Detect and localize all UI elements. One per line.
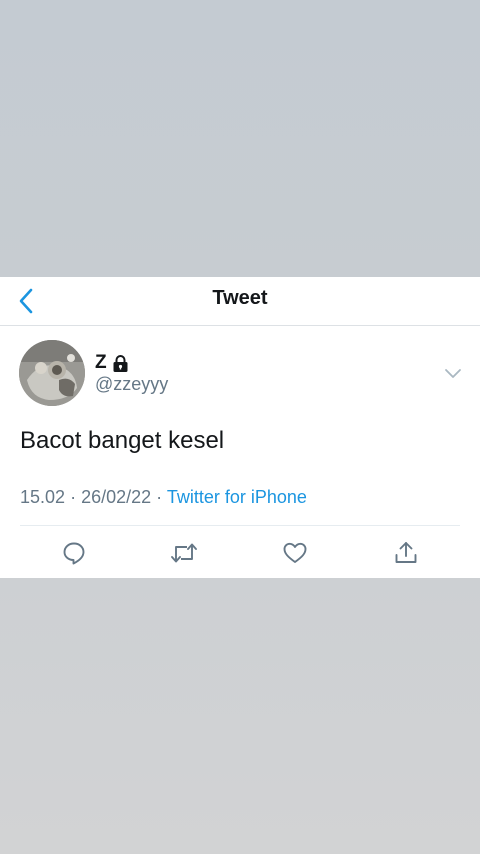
avatar-photo — [19, 340, 85, 406]
retweet-button[interactable] — [170, 539, 198, 567]
display-name-text: Z — [95, 352, 107, 373]
lock-icon — [113, 354, 128, 372]
tweet-time: 15.02 — [20, 487, 66, 507]
page-title: Tweet — [212, 287, 268, 309]
tweet-text: Bacot banget kesel — [20, 427, 225, 454]
tweet-card: Tweet Z @zzeyyy Bacot banget kesel 15.02… — [0, 277, 480, 578]
tweet-source-link[interactable]: Twitter for iPhone — [167, 487, 307, 507]
username-handle[interactable]: @zzeyyy — [95, 374, 168, 395]
like-button[interactable] — [281, 539, 309, 567]
meta-separator: · — [70, 487, 77, 507]
share-button[interactable] — [392, 539, 420, 567]
action-bar — [0, 539, 480, 567]
like-icon — [283, 542, 307, 563]
retweet-icon — [171, 543, 197, 563]
meta-separator: · — [156, 487, 163, 507]
avatar[interactable] — [19, 340, 85, 406]
reply-icon — [63, 542, 85, 565]
more-options-button[interactable] — [442, 364, 464, 382]
author-row: Z @zzeyyy — [0, 326, 480, 406]
share-icon — [395, 542, 417, 563]
reply-button[interactable] — [60, 539, 88, 567]
chevron-down-icon — [445, 369, 461, 378]
navigation-bar: Tweet — [0, 277, 480, 326]
tweet-date: 26/02/22 — [81, 487, 152, 507]
screen: Tweet Z @zzeyyy Bacot banget kesel 15.02… — [0, 0, 480, 854]
tweet-metadata: 15.02 · 26/02/22 · Twitter for iPhone — [20, 487, 307, 508]
display-name[interactable]: Z — [95, 352, 129, 374]
background-top — [0, 0, 480, 277]
divider — [20, 525, 460, 526]
background-bottom — [0, 578, 480, 854]
